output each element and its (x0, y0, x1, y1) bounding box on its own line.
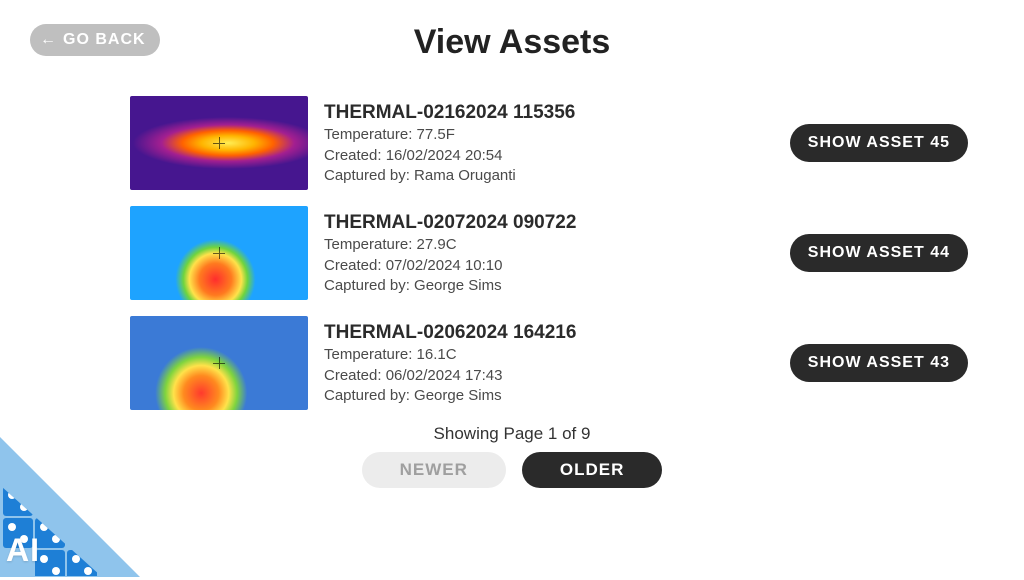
asset-thumbnail[interactable] (130, 96, 308, 190)
page-title: View Assets (414, 23, 611, 62)
pager: Showing Page 1 of 9 NEWER OLDER (0, 424, 1024, 488)
go-back-button[interactable]: ← GO BACK (30, 24, 160, 56)
asset-row: THERMAL-02062024 164216 Temperature: 16.… (0, 308, 1024, 418)
asset-row: THERMAL-02072024 090722 Temperature: 27.… (0, 198, 1024, 308)
asset-temperature: Temperature: 77.5F (324, 125, 790, 145)
show-asset-button[interactable]: SHOW ASSET 44 (790, 234, 968, 272)
asset-title: THERMAL-02162024 115356 (324, 100, 790, 126)
asset-details: THERMAL-02162024 115356 Temperature: 77.… (324, 100, 790, 186)
asset-temperature: Temperature: 27.9C (324, 235, 790, 255)
asset-created: Created: 06/02/2024 17:43 (324, 366, 790, 386)
asset-details: THERMAL-02062024 164216 Temperature: 16.… (324, 320, 790, 406)
asset-title: THERMAL-02072024 090722 (324, 210, 790, 236)
asset-details: THERMAL-02072024 090722 Temperature: 27.… (324, 210, 790, 296)
older-button[interactable]: OLDER (522, 452, 663, 488)
asset-title: THERMAL-02062024 164216 (324, 320, 790, 346)
asset-thumbnail[interactable] (130, 206, 308, 300)
ai-badge-label: AI (6, 532, 40, 569)
arrow-left-icon: ← (40, 31, 57, 49)
pager-status: Showing Page 1 of 9 (0, 424, 1024, 444)
asset-row: THERMAL-02162024 115356 Temperature: 77.… (0, 88, 1024, 198)
go-back-label: GO BACK (63, 31, 146, 49)
show-asset-button[interactable]: SHOW ASSET 43 (790, 344, 968, 382)
asset-temperature: Temperature: 16.1C (324, 345, 790, 365)
show-asset-button[interactable]: SHOW ASSET 45 (790, 124, 968, 162)
asset-captured-by: Captured by: George Sims (324, 386, 790, 406)
asset-captured-by: Captured by: Rama Oruganti (324, 166, 790, 186)
asset-created: Created: 16/02/2024 20:54 (324, 146, 790, 166)
asset-thumbnail[interactable] (130, 316, 308, 410)
asset-created: Created: 07/02/2024 10:10 (324, 256, 790, 276)
asset-captured-by: Captured by: George Sims (324, 276, 790, 296)
newer-button[interactable]: NEWER (362, 452, 506, 488)
asset-list: THERMAL-02162024 115356 Temperature: 77.… (0, 66, 1024, 418)
